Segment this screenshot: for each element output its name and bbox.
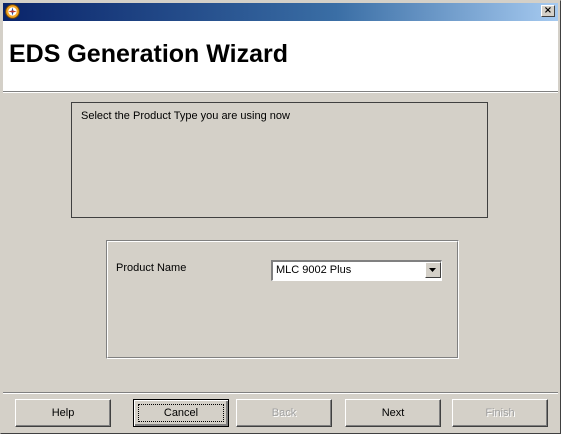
product-name-dropdown[interactable]: MLC 9002 Plus (271, 260, 442, 281)
next-button-label: Next (381, 407, 405, 419)
app-icon (5, 4, 20, 19)
product-name-label: Product Name (116, 262, 187, 274)
product-panel-inner (107, 241, 458, 358)
finish-button[interactable]: Finish (452, 399, 548, 427)
header-divider (3, 91, 558, 93)
help-button-label: Help (51, 407, 75, 419)
instruction-box: Select the Product Type you are using no… (71, 102, 488, 218)
product-panel: Product Name MLC 9002 Plus (106, 240, 459, 359)
close-button[interactable]: × (541, 5, 555, 17)
finish-button-label: Finish (485, 407, 515, 419)
wizard-header: EDS Generation Wizard (3, 21, 558, 91)
footer-divider (3, 392, 558, 394)
dropdown-button[interactable] (425, 262, 441, 278)
next-button[interactable]: Next (345, 399, 441, 427)
back-button[interactable]: Back (236, 399, 332, 427)
back-button-label: Back (271, 407, 297, 419)
close-icon: × (543, 5, 553, 16)
title-bar[interactable]: × (3, 3, 558, 21)
cancel-button[interactable]: Cancel (133, 399, 229, 427)
instruction-text: Select the Product Type you are using no… (81, 110, 290, 122)
wizard-window: × EDS Generation Wizard Select the Produ… (0, 0, 561, 434)
help-button[interactable]: Help (15, 399, 111, 427)
chevron-down-icon (429, 268, 436, 272)
page-title: EDS Generation Wizard (9, 40, 288, 68)
product-name-value: MLC 9002 Plus (276, 264, 352, 276)
cancel-button-label: Cancel (163, 407, 199, 419)
